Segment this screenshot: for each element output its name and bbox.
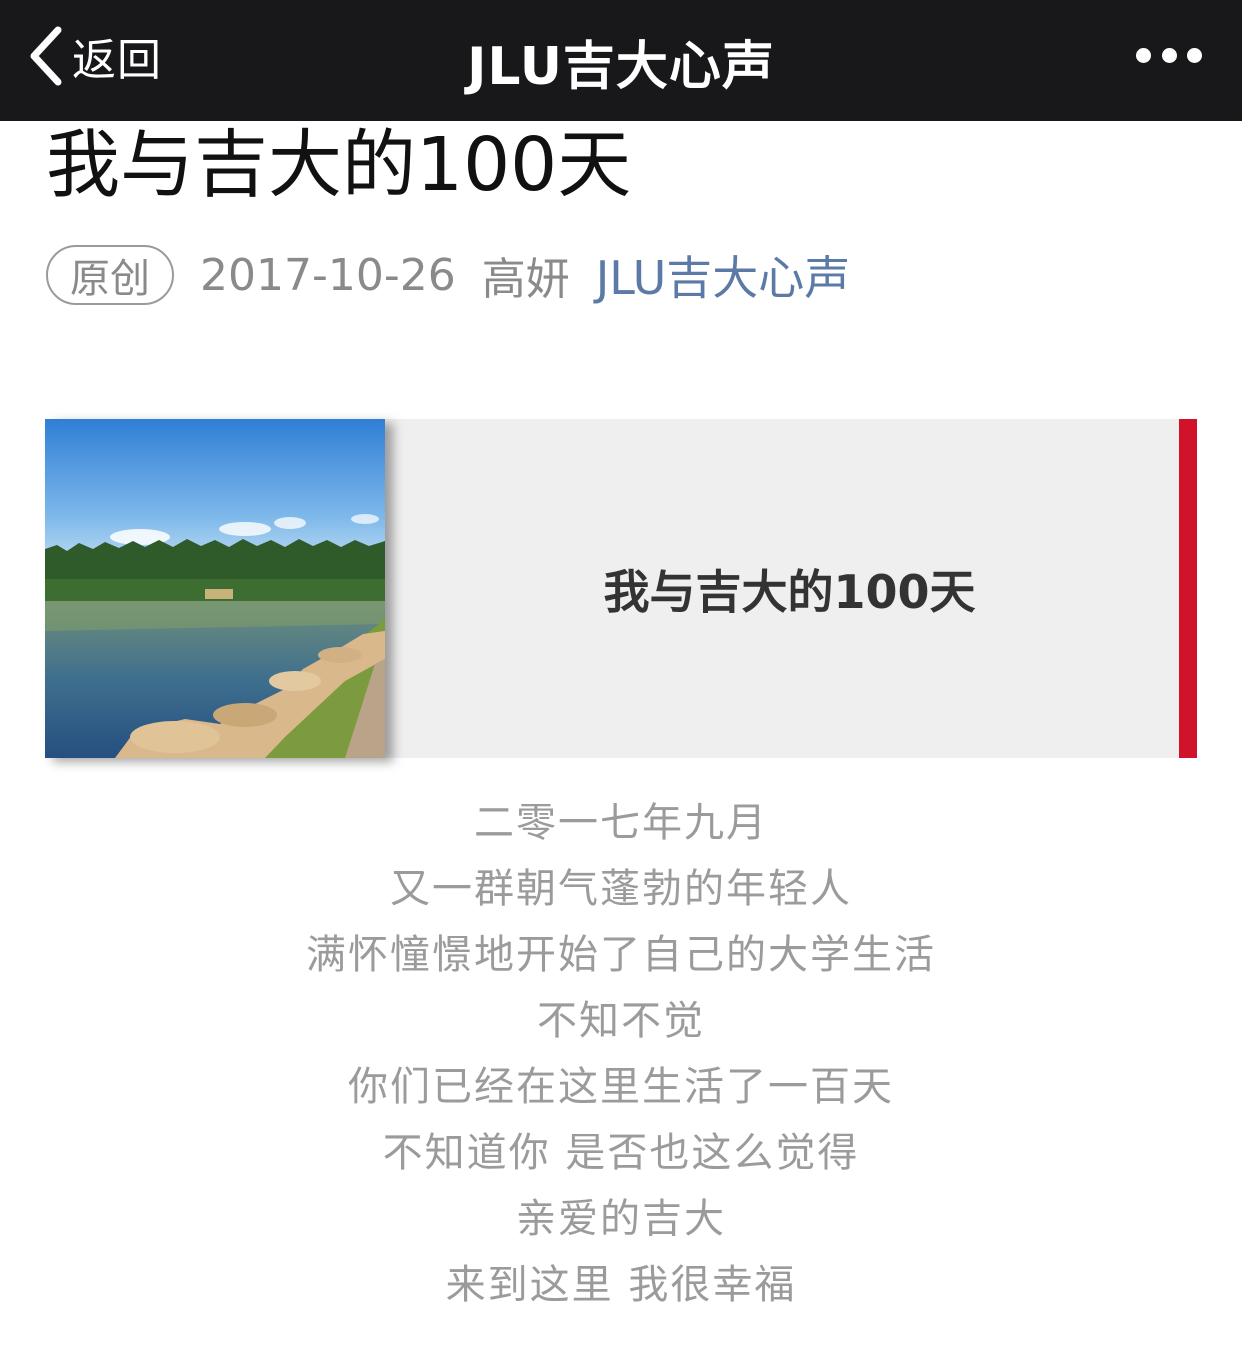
poem-line: 不知道你 是否也这么觉得 — [382, 1130, 860, 1176]
lake-photo — [45, 419, 385, 758]
poem-line: 不知不觉 — [537, 998, 705, 1044]
poem-line: 来到这里 我很幸福 — [445, 1262, 797, 1308]
more-dot-icon — [1187, 47, 1202, 63]
account-link[interactable]: JLU吉大心声 — [596, 242, 851, 308]
poem-line: 二零一七年九月 — [474, 800, 768, 846]
poem-line: 你们已经在这里生活了一百天 — [348, 1064, 894, 1110]
more-options-button[interactable] — [1136, 40, 1202, 70]
nav-title: JLU吉大心声 — [467, 37, 775, 97]
article-meta: 原创 2017-10-26 高妍 JLU吉大心声 — [46, 244, 850, 306]
author-name: 高妍 — [481, 254, 570, 305]
navigation-bar: 返回 JLU吉大心声 — [0, 0, 1242, 121]
poem-body: 二零一七年九月 又一群朝气蓬勃的年轻人 满怀憧憬地开始了自己的大学生活 不知不觉… — [0, 790, 1242, 1318]
poem-line: 又一群朝气蓬勃的年轻人 — [390, 866, 852, 912]
original-badge: 原创 — [46, 245, 174, 305]
poem-line: 亲爱的吉大 — [516, 1196, 726, 1242]
more-dot-icon — [1136, 47, 1151, 63]
publish-date: 2017-10-26 — [200, 249, 456, 301]
poem-line: 满怀憧憬地开始了自己的大学生活 — [306, 932, 936, 978]
banner-accent-bar — [1179, 419, 1197, 758]
article-title: 我与吉大的100天 — [46, 122, 632, 208]
banner-title: 我与吉大的100天 — [603, 564, 976, 619]
more-dot-icon — [1161, 47, 1177, 63]
article-banner: 我与吉大的100天 — [45, 419, 1197, 758]
